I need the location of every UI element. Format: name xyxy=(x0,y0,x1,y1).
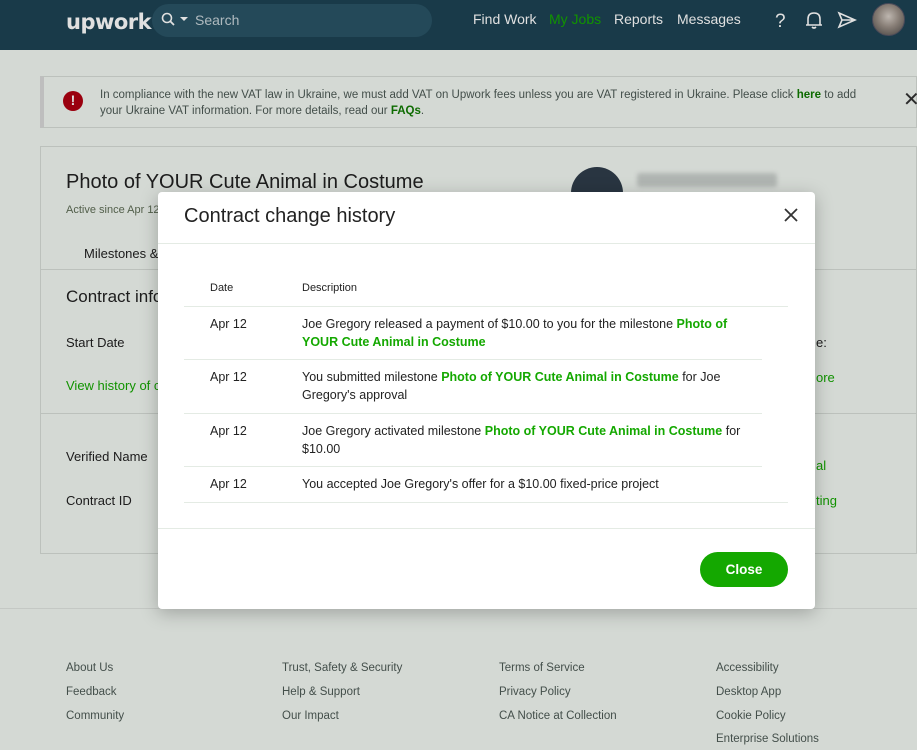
milestone-link[interactable]: Photo of YOUR Cute Animal in Costume xyxy=(441,370,679,384)
divider xyxy=(184,359,762,360)
column-header-date: Date xyxy=(210,282,234,294)
row-date: Apr 12 xyxy=(210,370,247,384)
close-button[interactable]: Close xyxy=(700,552,788,587)
row-date: Apr 12 xyxy=(210,477,247,491)
divider xyxy=(184,502,788,503)
divider xyxy=(184,306,788,307)
divider xyxy=(158,528,815,529)
row-date: Apr 12 xyxy=(210,317,247,331)
row-description: Joe Gregory activated milestone Photo of… xyxy=(302,424,741,456)
divider xyxy=(184,466,762,467)
row-date: Apr 12 xyxy=(210,424,247,438)
modal-title: Contract change history xyxy=(184,205,396,227)
contract-history-modal: Contract change history Date Description… xyxy=(158,192,815,609)
milestone-link[interactable]: Photo of YOUR Cute Animal in Costume xyxy=(485,424,723,438)
column-header-description: Description xyxy=(302,282,358,294)
divider xyxy=(184,413,762,414)
row-description: Joe Gregory released a payment of $10.00… xyxy=(302,317,728,349)
divider xyxy=(158,243,815,244)
row-description: You submitted milestone Photo of YOUR Cu… xyxy=(302,370,721,402)
row-description: You accepted Joe Gregory's offer for a $… xyxy=(302,477,659,491)
close-icon[interactable] xyxy=(782,206,800,224)
